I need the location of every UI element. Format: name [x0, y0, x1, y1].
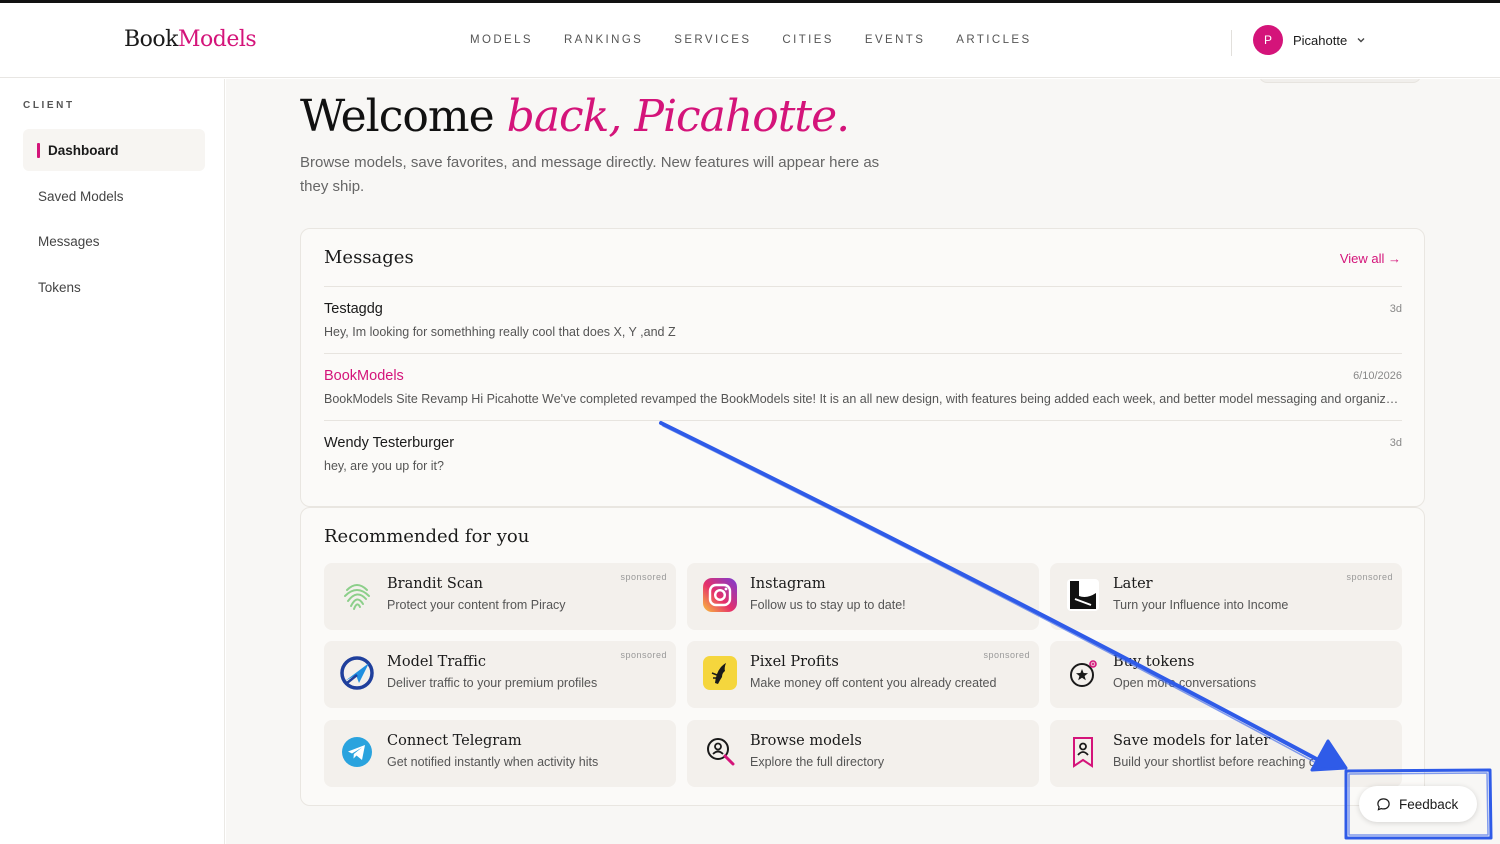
tile-title: Later [1113, 576, 1153, 592]
tile-buy-tokens[interactable]: Buy tokens Open more conversations [1050, 641, 1402, 708]
message-row[interactable]: BookModels 6/10/2026 BookModels Site Rev… [324, 353, 1402, 420]
sidebar-item-tokens[interactable]: Tokens [23, 266, 205, 308]
tile-title: Brandit Scan [387, 576, 483, 592]
tile-title: Pixel Profits [750, 654, 839, 670]
fingerprint-icon [344, 584, 370, 610]
header-divider [1231, 30, 1232, 56]
message-preview: hey, are you up for it? [324, 459, 444, 473]
nav-models[interactable]: MODELS [470, 34, 533, 46]
instagram-icon [703, 578, 737, 612]
sidebar-item-saved-models[interactable]: Saved Models [23, 175, 205, 217]
tile-title: Browse models [750, 733, 862, 749]
message-sender: BookModels [324, 368, 404, 384]
feedback-button[interactable]: Feedback [1359, 786, 1477, 822]
nav-articles[interactable]: ARTICLES [956, 34, 1031, 46]
sidebar-item-label: Messages [38, 233, 100, 249]
messages-title: Messages [324, 247, 414, 268]
sidebar-item-label: Dashboard [48, 142, 119, 158]
tile-model-traffic[interactable]: Model Traffic Deliver traffic to your pr… [324, 641, 676, 708]
token-star-icon [1070, 660, 1097, 687]
nav-cities[interactable]: CITIES [782, 34, 833, 46]
tile-description: Turn your Influence into Income [1113, 598, 1289, 612]
tile-description: Open more conversations [1113, 676, 1257, 690]
main-nav: MODELS RANKINGS SERVICES CITIES EVENTS A… [470, 34, 1063, 46]
sponsored-badge: sponsored [983, 650, 1030, 660]
tile-description: Make money off content you already creat… [750, 676, 997, 690]
tile-save-models[interactable]: Save models for later Build your shortli… [1050, 720, 1402, 787]
tile-title: Save models for later [1113, 733, 1271, 749]
chat-bubble-icon [1377, 797, 1390, 811]
brand-logo[interactable]: BookModels [124, 27, 257, 52]
nav-services[interactable]: SERVICES [674, 34, 751, 46]
page-title: Welcome back, Picahotte. [300, 91, 850, 142]
recommended-card: Recommended for you Brandit Scan Protect… [300, 507, 1425, 806]
tile-description: Follow us to stay up to date! [750, 598, 906, 612]
telegram-icon [342, 737, 372, 767]
later-logo-icon [1067, 579, 1099, 611]
model-traffic-logo-icon [340, 656, 374, 690]
tile-description: Build your shortlist before reaching out [1113, 755, 1313, 769]
sidebar-item-messages[interactable]: Messages [23, 220, 205, 262]
feedback-label: Feedback [1399, 796, 1459, 812]
bookmark-person-icon [1073, 737, 1093, 768]
nav-events[interactable]: EVENTS [865, 34, 925, 46]
tile-pixel-profits[interactable]: Pixel Profits Make money off content you… [687, 641, 1039, 708]
sidebar: CLIENT Dashboard Saved Models Messages T… [0, 79, 225, 844]
search-person-icon [707, 738, 735, 766]
page-intro: Browse models, save favorites, and messa… [300, 154, 880, 195]
sidebar-item-dashboard[interactable]: Dashboard [23, 129, 205, 171]
messages-card: Messages View all → Testagdg 3d Hey, Im … [300, 228, 1425, 507]
tile-brandit-scan[interactable]: Brandit Scan Protect your content from P… [324, 563, 676, 630]
dropdown-edge [1259, 79, 1421, 83]
tile-instagram[interactable]: Instagram Follow us to stay up to date! [687, 563, 1039, 630]
sidebar-item-label: Saved Models [38, 188, 124, 204]
tile-later[interactable]: Later Turn your Influence into Income sp… [1050, 563, 1402, 630]
tile-connect-telegram[interactable]: Connect Telegram Get notified instantly … [324, 720, 676, 787]
message-time: 6/10/2026 [1353, 370, 1402, 382]
recommended-title: Recommended for you [324, 526, 530, 547]
message-preview: BookModels Site Revamp Hi Picahotte We'v… [324, 392, 1402, 406]
pixel-profits-logo-icon [703, 656, 737, 690]
sponsored-badge: sponsored [620, 650, 667, 660]
avatar[interactable]: P [1253, 25, 1283, 55]
view-all-link[interactable]: View all → [1340, 251, 1401, 266]
tile-description: Deliver traffic to your premium profiles [387, 676, 598, 690]
message-row[interactable]: Testagdg 3d Hey, Im looking for somethhi… [324, 286, 1402, 353]
tile-description: Protect your content from Piracy [387, 598, 566, 612]
sidebar-heading: CLIENT [23, 100, 75, 111]
tile-title: Model Traffic [387, 654, 486, 670]
user-menu-name[interactable]: Picahotte [1293, 33, 1347, 48]
nav-rankings[interactable]: RANKINGS [564, 34, 643, 46]
tile-title: Connect Telegram [387, 733, 522, 749]
chevron-down-icon[interactable] [1356, 35, 1366, 45]
tile-title: Buy tokens [1113, 654, 1195, 670]
tile-browse-models[interactable]: Browse models Explore the full directory [687, 720, 1039, 787]
tile-description: Get notified instantly when activity hit… [387, 755, 599, 769]
main-content: Welcome back, Picahotte. Browse models, … [226, 79, 1500, 844]
message-sender: Wendy Testerburger [324, 435, 455, 451]
sponsored-badge: sponsored [1346, 572, 1393, 582]
message-preview: Hey, Im looking for somethhing really co… [324, 325, 676, 339]
tile-title: Instagram [750, 576, 826, 592]
sponsored-badge: sponsored [620, 572, 667, 582]
site-header: BookModels MODELS RANKINGS SERVICES CITI… [0, 3, 1500, 78]
sidebar-item-label: Tokens [38, 279, 81, 295]
message-time: 3d [1389, 303, 1402, 315]
message-sender: Testagdg [324, 301, 383, 317]
message-time: 3d [1389, 437, 1402, 449]
tile-description: Explore the full directory [750, 755, 885, 769]
message-row[interactable]: Wendy Testerburger 3d hey, are you up fo… [324, 420, 1402, 487]
